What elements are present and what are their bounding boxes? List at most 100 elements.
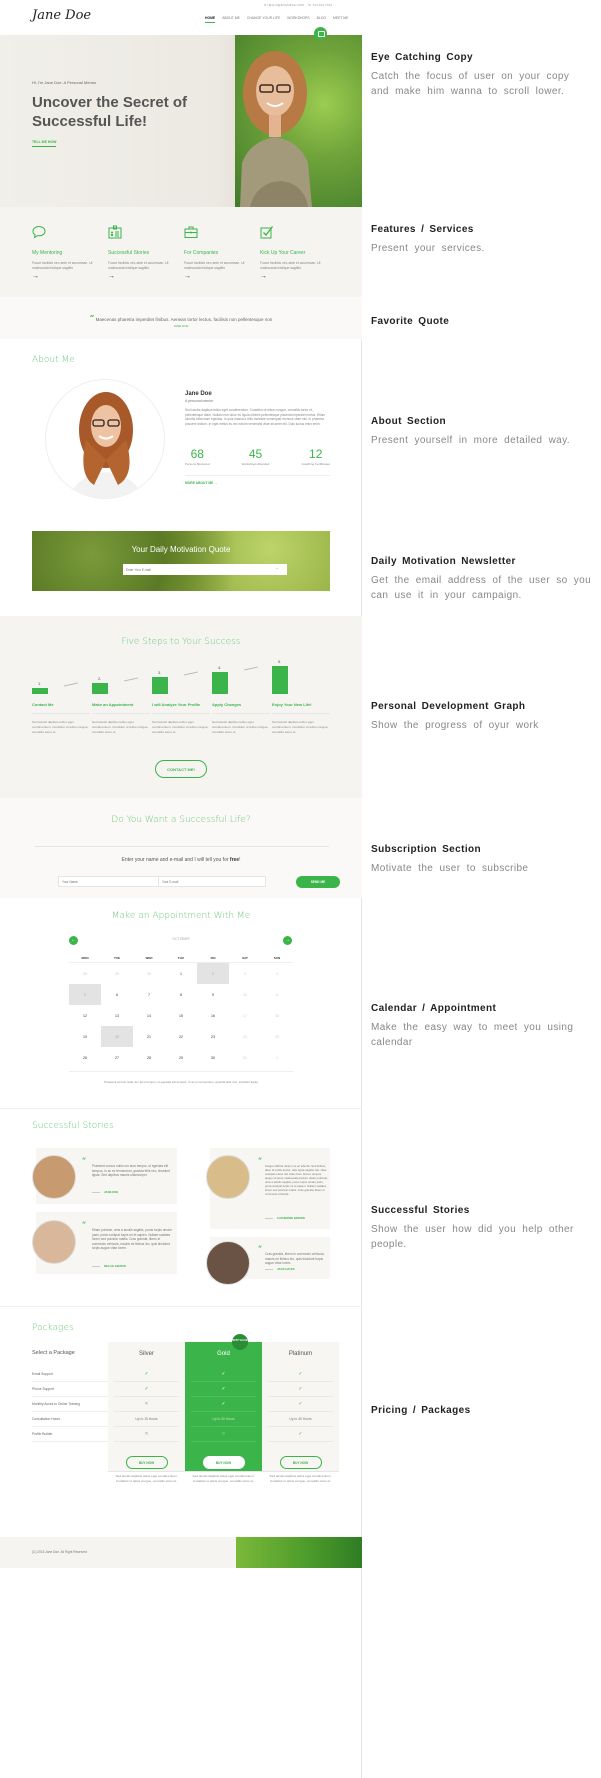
calendar-day[interactable]: 26 bbox=[69, 1047, 101, 1068]
calendar-day[interactable]: 29 bbox=[101, 963, 133, 984]
feature-item[interactable]: My Mentoring Fusce facilisis nec ante et… bbox=[32, 225, 107, 280]
calendar-day[interactable]: 30 bbox=[133, 963, 165, 984]
package-feature: Monthly Acces to Online Training bbox=[32, 1397, 114, 1412]
calendar-day[interactable]: 30 bbox=[197, 1047, 229, 1068]
arrow-right-icon[interactable]: → bbox=[184, 273, 259, 280]
calendar-day[interactable]: 4 bbox=[261, 963, 293, 984]
feature-item[interactable]: Successful Stories Fusce facilisis nec a… bbox=[108, 225, 183, 280]
about-bio: Sed iaculis dapibus tellus eget condimen… bbox=[185, 408, 326, 426]
calendar-day-selected[interactable]: 2 bbox=[197, 963, 229, 984]
annotation: Successful Stories Show the user how did … bbox=[371, 1205, 593, 1252]
check-icon: ✓ bbox=[268, 1367, 333, 1382]
calendar-day[interactable]: 1 bbox=[165, 963, 197, 984]
calendar-day[interactable]: 9 bbox=[197, 984, 229, 1005]
submit-arrow-icon[interactable]: → bbox=[274, 565, 279, 571]
check-icon: ✓ bbox=[191, 1397, 256, 1412]
annotation: Subscription Section Motivate the user to… bbox=[371, 844, 593, 876]
step-bar bbox=[212, 671, 228, 694]
calendar-day[interactable]: 15 bbox=[165, 1005, 197, 1026]
calendar-day[interactable]: 23 bbox=[197, 1026, 229, 1047]
buy-now-button[interactable]: BUY NOW bbox=[202, 1456, 245, 1469]
phone-link[interactable]: ☏ 734 264 7792 bbox=[308, 3, 332, 7]
annotation-title: Successful Stories bbox=[371, 1205, 470, 1216]
divider bbox=[152, 713, 210, 714]
calendar-weekday-row: MON TUE WED THU FRI SAT SUN bbox=[69, 953, 293, 963]
calendar-day[interactable]: 14 bbox=[133, 1005, 165, 1026]
name-input[interactable] bbox=[58, 876, 166, 887]
feature-item[interactable]: Kick Up Your Career Fusce facilisis nec … bbox=[260, 225, 335, 280]
calendar-day[interactable]: 11 bbox=[261, 984, 293, 1005]
copyright-text: (C) 2015 Jane Doe. All Right Reserved bbox=[32, 1550, 87, 1554]
nav-change-your-life[interactable]: CHANGE YOUR LIFE bbox=[247, 16, 280, 23]
avatar bbox=[206, 1241, 250, 1285]
email-link[interactable]: ✉ HELLO@EXAMPLE.COM bbox=[264, 3, 304, 7]
calendar-day[interactable]: 3 bbox=[229, 963, 261, 984]
step-number: 1. bbox=[38, 681, 42, 687]
calendar-day-selected[interactable]: 5 bbox=[69, 984, 101, 1005]
send-me-button[interactable]: SEND ME bbox=[296, 876, 340, 888]
story-author: JANE DOE bbox=[92, 1190, 118, 1194]
step-text: Sed iaculis dapibus tellus eget condimen… bbox=[92, 720, 149, 734]
stat-value: 45 bbox=[248, 447, 263, 461]
quote-text: “ Maecenas pharetra imperdiet finibus. A… bbox=[0, 313, 362, 323]
story-text: Praesent cursus nulla non arcu tempor, u… bbox=[92, 1164, 170, 1177]
nav-home[interactable]: HOME bbox=[205, 16, 216, 23]
arrow-right-icon[interactable]: → bbox=[260, 273, 335, 280]
tell-me-how-link[interactable]: TELL ME HOW bbox=[32, 140, 57, 147]
calendar-next-button[interactable]: → bbox=[283, 936, 292, 945]
calendar-day[interactable]: 22 bbox=[165, 1026, 197, 1047]
feature-title: Kick Up Your Career bbox=[260, 250, 306, 256]
cross-icon: ✕ bbox=[114, 1427, 179, 1442]
motivation-email-input[interactable] bbox=[123, 564, 287, 575]
buy-now-button[interactable]: BUY NOW bbox=[125, 1456, 168, 1469]
annotation-text: Get the email address of the user so you… bbox=[371, 575, 592, 601]
feature-item[interactable]: For Companies Fusce facilisis nec ante e… bbox=[184, 225, 259, 280]
more-about-me-link[interactable]: MORE ABOUT ME → bbox=[185, 481, 217, 485]
calendar-day[interactable]: 1 bbox=[261, 1047, 293, 1068]
calendar-day[interactable]: 12 bbox=[69, 1005, 101, 1026]
quote-mark-icon: “ bbox=[89, 313, 95, 323]
calendar-day[interactable]: 17 bbox=[229, 1005, 261, 1026]
calendar-day[interactable]: 28 bbox=[69, 963, 101, 984]
calendar-day[interactable]: 28 bbox=[133, 1047, 165, 1068]
nav-meet-me[interactable]: MEET ME bbox=[333, 16, 348, 23]
calendar-day[interactable]: 6 bbox=[101, 984, 133, 1005]
checkbox-icon bbox=[260, 226, 274, 239]
nav-about-me[interactable]: ABOUT ME bbox=[222, 16, 240, 23]
calendar-day[interactable]: 13 bbox=[101, 1005, 133, 1026]
calendar-day[interactable]: 8 bbox=[165, 984, 197, 1005]
feature-text: Fusce facilisis nec ante et accumsan. Ut… bbox=[260, 261, 321, 270]
calendar-day[interactable]: 29 bbox=[165, 1047, 197, 1068]
nav-workshops[interactable]: WORKSHOPS bbox=[287, 16, 309, 23]
contact-me-button[interactable]: CONTACT ME! bbox=[155, 760, 207, 778]
step-number: 5. bbox=[278, 659, 282, 664]
arrow-right-icon[interactable]: → bbox=[108, 273, 183, 280]
step-label: Contact Me bbox=[32, 702, 54, 707]
calendar-day-selected[interactable]: 20 bbox=[101, 1026, 133, 1047]
buy-now-button[interactable]: BUY NOW bbox=[279, 1456, 322, 1469]
nav-blog[interactable]: BLOG bbox=[317, 16, 326, 23]
step-text: Sed iaculis dapibus tellus eget condimen… bbox=[212, 720, 269, 734]
calendar-day[interactable]: 18 bbox=[261, 1005, 293, 1026]
calendar-day[interactable]: 21 bbox=[133, 1026, 165, 1047]
site-logo[interactable]: Jane Doe bbox=[32, 8, 91, 23]
calendar-day[interactable]: 24 bbox=[229, 1026, 261, 1047]
feature-text: Fusce facilisis nec ante et accumsan. Ut… bbox=[108, 261, 169, 270]
calendar-month: OCTOBER bbox=[172, 937, 190, 941]
calendar-fab-button[interactable] bbox=[314, 27, 327, 40]
calendar-day[interactable]: 16 bbox=[197, 1005, 229, 1026]
calendar-day[interactable]: 10 bbox=[229, 984, 261, 1005]
calendar-day[interactable]: 19 bbox=[69, 1026, 101, 1047]
calendar-day[interactable]: 7 bbox=[133, 984, 165, 1005]
calendar-day[interactable]: 27 bbox=[101, 1047, 133, 1068]
calendar-day[interactable]: 25 bbox=[261, 1026, 293, 1047]
annotation: Favorite Quote bbox=[371, 316, 593, 327]
quote-mark-icon: “ bbox=[82, 1156, 87, 1165]
arrow-right-icon[interactable]: → bbox=[32, 273, 107, 280]
stat-label: Workshops Attended bbox=[241, 462, 270, 466]
stat-value: 12 bbox=[309, 447, 323, 461]
divider bbox=[32, 713, 90, 714]
email-input[interactable] bbox=[158, 876, 266, 887]
calendar-day[interactable]: 31 bbox=[229, 1047, 261, 1068]
package-name: Platinum bbox=[288, 1351, 313, 1357]
